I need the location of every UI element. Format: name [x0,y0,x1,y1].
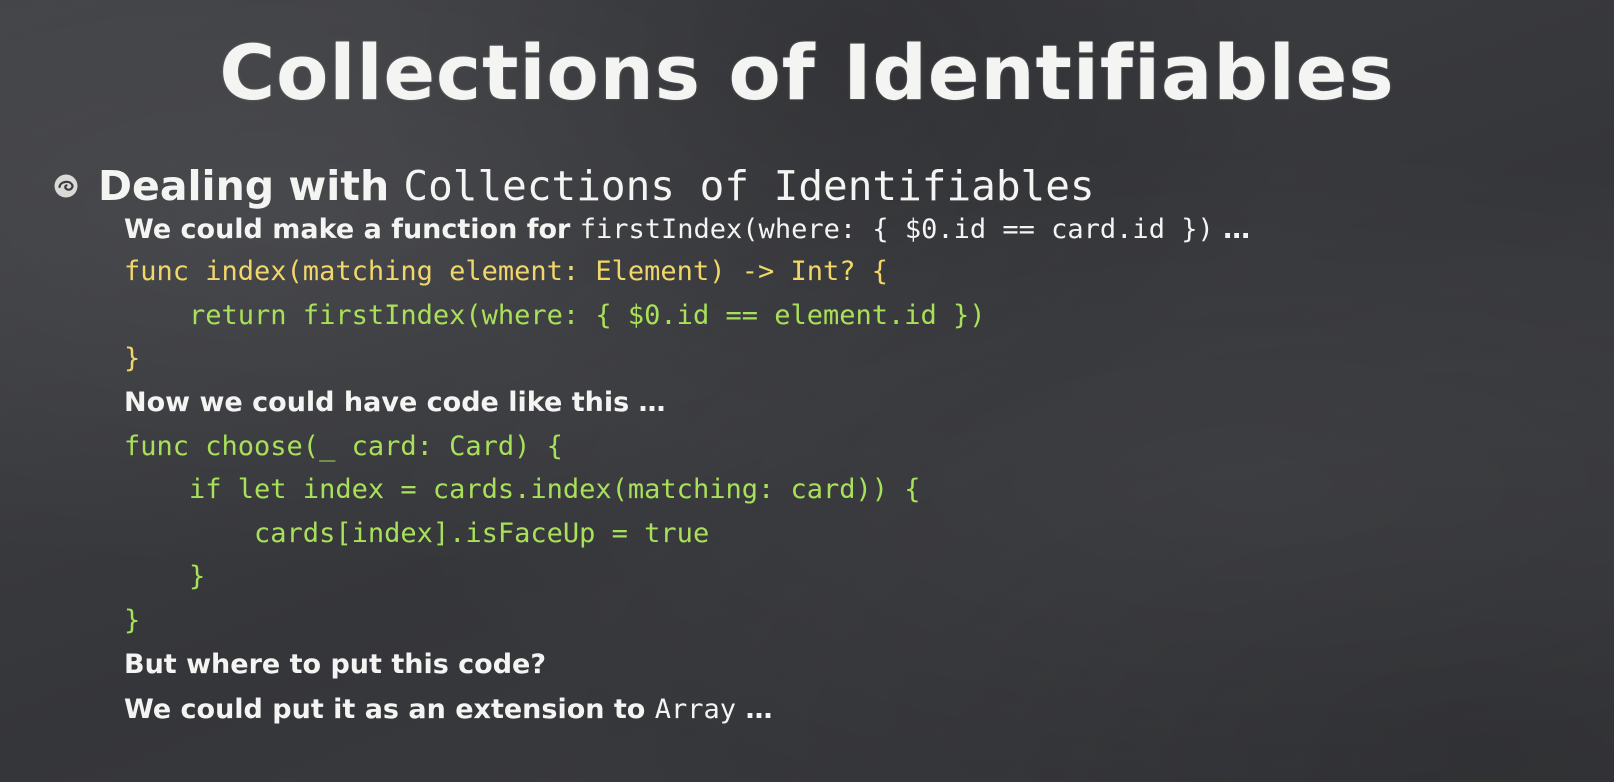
bullet-swirl-icon [52,172,80,200]
line-text: We could make a function for [124,214,580,245]
code-line: func choose(_ card: Card) { [124,431,563,462]
line-text: But where to put this code? [124,649,547,680]
line-text: … [736,694,773,725]
bullet-heading: Dealing with Collections of Identifiable… [52,158,1095,214]
code-line: } [124,605,141,636]
slide-title: Collections of Identifiables [219,28,1395,117]
code-line: } [124,561,206,592]
code-line: cards[index].isFaceUp = true [124,518,710,549]
line-firstindex-intro: We could make a function for firstIndex(… [124,209,1250,249]
bullet-text: Dealing with Collections of Identifiable… [98,162,1095,210]
inline-code: firstIndex(where: { $0.id == card.id }) [579,214,1214,245]
code-line: func index(matching element: Element) ->… [124,256,889,287]
line-text: Now we could have code like this … [124,387,666,418]
bullet-prefix: Dealing with [98,162,404,210]
line-text: … [1213,214,1251,245]
code-line: return firstIndex(where: { $0.id == elem… [124,300,986,331]
line-text: We could put it as an extension to [124,694,655,725]
bullet-code: Collections of Identifiables [403,162,1095,210]
slide: Collections of Identifiables Dealing wit… [0,0,1614,782]
code-line: if let index = cards.index(matching: car… [124,474,921,505]
code-line: } [124,343,141,374]
line-array-extension: We could put it as an extension to Array… [124,689,772,729]
inline-code: Array [654,694,737,725]
